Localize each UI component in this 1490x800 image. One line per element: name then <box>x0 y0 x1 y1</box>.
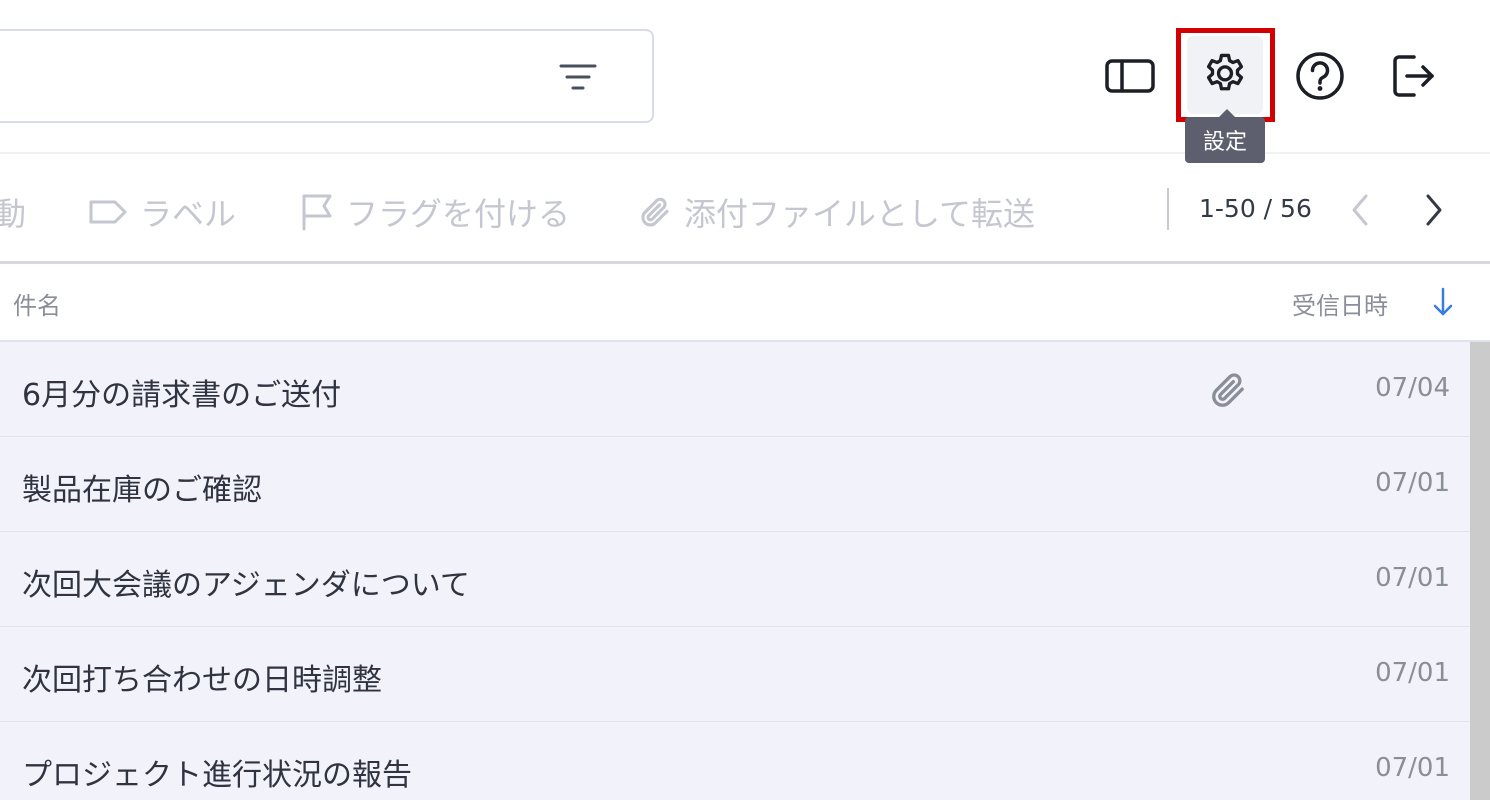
tooltip-arrow <box>1219 109 1235 117</box>
email-row[interactable]: プロジェクト進行状況の報告 07/01 <box>0 722 1470 800</box>
email-list: 6月分の請求書のご送付 07/04 製品在庫のご確認 07/01 次回大会議のア… <box>0 342 1470 800</box>
email-row[interactable]: 次回打ち合わせの日時調整 07/01 <box>0 627 1470 722</box>
logout-icon <box>1393 55 1434 97</box>
email-subject: プロジェクト進行状況の報告 <box>22 758 412 793</box>
flag-button[interactable]: フラグを付ける <box>300 192 571 233</box>
pager-text: 1-50 / 56 <box>1199 194 1312 223</box>
forward-as-attachment-button[interactable]: 添付ファイルとして転送 <box>638 192 1036 233</box>
list-scrollbar[interactable] <box>1470 342 1490 800</box>
gear-icon <box>1206 53 1244 91</box>
label-button-label: ラベル <box>140 195 237 233</box>
paperclip-icon <box>641 197 669 227</box>
message-toolbar: 動 ラベル フラグを付ける 添付ファイルとして転送 1-50 / 56 <box>0 152 1490 264</box>
email-date: 07/01 <box>1375 563 1450 593</box>
email-date: 07/01 <box>1375 468 1450 498</box>
arrow-down-icon <box>1433 287 1453 316</box>
layout-toggle-icon <box>1105 59 1155 93</box>
top-header <box>0 0 1490 152</box>
settings-tooltip: 設定 <box>1185 109 1265 163</box>
flag-icon <box>302 194 332 231</box>
sort-direction-button[interactable] <box>1430 286 1456 318</box>
column-received-date[interactable]: 受信日時 <box>1292 286 1388 321</box>
filter-icon <box>559 64 597 90</box>
email-row[interactable]: 製品在庫のご確認 07/01 <box>0 437 1470 532</box>
email-subject: 次回打ち合わせの日時調整 <box>22 663 382 698</box>
chevron-right-icon <box>1426 194 1442 226</box>
email-date: 07/01 <box>1375 753 1450 783</box>
move-label: 動 <box>0 195 27 233</box>
move-button[interactable]: 動 <box>0 192 27 233</box>
tooltip-text: 設定 <box>1202 130 1247 155</box>
previous-page-button[interactable] <box>1340 190 1380 230</box>
email-row[interactable]: 6月分の請求書のご送付 07/04 <box>0 342 1470 437</box>
settings-button[interactable] <box>1187 36 1263 114</box>
search-box[interactable] <box>0 29 654 123</box>
email-subject: 製品在庫のご確認 <box>22 473 262 508</box>
email-date: 07/04 <box>1375 373 1450 403</box>
chevron-left-icon <box>1352 194 1368 226</box>
label-tag-icon <box>89 200 127 224</box>
next-page-button[interactable] <box>1414 190 1454 230</box>
help-button[interactable] <box>1284 42 1356 110</box>
layout-toggle-button[interactable] <box>1094 42 1166 110</box>
attachment-icon <box>1212 373 1244 407</box>
flag-button-label: フラグを付ける <box>346 195 571 233</box>
column-header-row: 件名 受信日時 <box>0 264 1490 342</box>
toolbar-divider <box>1167 188 1169 230</box>
filter-button[interactable] <box>550 59 606 95</box>
email-subject: 6月分の請求書のご送付 <box>22 378 342 413</box>
email-subject: 次回大会議のアジェンダについて <box>22 568 470 603</box>
label-button[interactable]: ラベル <box>88 192 237 233</box>
logout-button[interactable] <box>1378 42 1450 110</box>
help-icon <box>1296 52 1344 100</box>
column-subject[interactable]: 件名 <box>13 286 61 321</box>
email-row[interactable]: 次回大会議のアジェンダについて 07/01 <box>0 532 1470 627</box>
forward-button-label: 添付ファイルとして転送 <box>684 195 1036 233</box>
email-date: 07/01 <box>1375 658 1450 688</box>
